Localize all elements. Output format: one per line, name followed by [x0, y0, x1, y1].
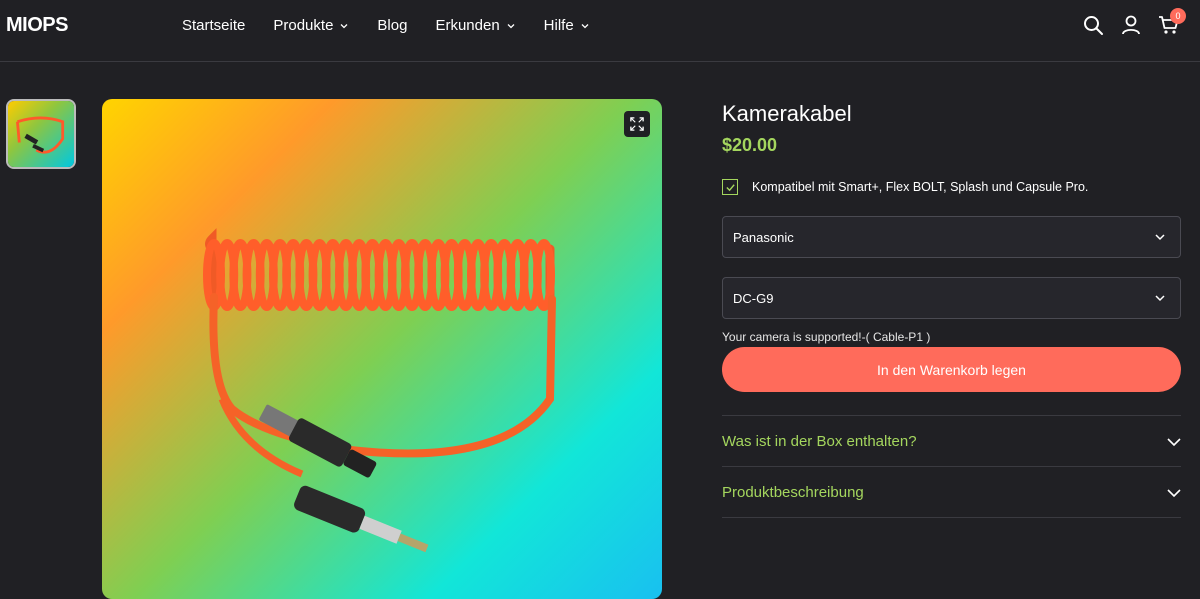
nav-item-hilfe[interactable]: Hilfe — [544, 17, 590, 34]
main-nav: Startseite Produkte Blog Erkunden Hilfe — [182, 17, 590, 34]
accordion-label: Was ist in der Box enthalten? — [722, 432, 917, 450]
nav-item-blog[interactable]: Blog — [377, 17, 407, 34]
product-thumbnail[interactable] — [6, 99, 76, 169]
brand-select[interactable]: Panasonic — [722, 216, 1181, 258]
product-image — [102, 99, 662, 599]
account-icon[interactable] — [1120, 14, 1142, 36]
nav-item-startseite[interactable]: Startseite — [182, 17, 245, 34]
thumbnail-image — [8, 101, 74, 167]
model-select[interactable]: DC-G9 — [722, 277, 1181, 319]
chevron-down-icon — [1167, 438, 1181, 447]
nav-label: Hilfe — [543, 17, 574, 34]
product-price: $20.00 — [722, 135, 778, 155]
logo[interactable]: MIOPS — [6, 14, 68, 37]
nav-label: Blog — [377, 17, 408, 34]
accordion-box-contents[interactable]: Was ist in der Box enthalten? — [722, 415, 1181, 466]
header-icons: 0 — [1082, 8, 1186, 36]
model-select-value: DC-G9 — [733, 290, 774, 306]
coiled-cable-image — [203, 228, 556, 553]
chevron-down-icon — [1167, 489, 1181, 498]
chevron-down-icon — [1155, 295, 1165, 302]
chevron-down-icon — [507, 23, 515, 28]
nav-label: Startseite — [182, 17, 246, 34]
cart-count-badge: 0 — [1170, 8, 1186, 24]
search-icon[interactable] — [1082, 14, 1104, 36]
compat-row: Kompatibel mit Smart+, Flex BOLT, Splash… — [722, 179, 1088, 195]
chevron-down-icon — [1155, 234, 1165, 241]
site-header: MIOPS Startseite Produkte Blog Erkunden … — [0, 0, 1200, 62]
product-title: Kamerakabel — [722, 101, 852, 126]
add-to-cart-button[interactable]: In den Warenkorb legen — [722, 347, 1181, 392]
nav-item-produkte[interactable]: Produkte — [273, 17, 349, 34]
nav-label: Erkunden — [435, 17, 500, 34]
brand-select-value: Panasonic — [733, 229, 794, 245]
chevron-down-icon — [340, 23, 348, 28]
checkmark-icon — [725, 183, 735, 191]
zoom-button[interactable] — [624, 111, 650, 137]
nav-item-erkunden[interactable]: Erkunden — [435, 17, 515, 34]
divider — [722, 517, 1181, 518]
accordion-product-description[interactable]: Produktbeschreibung — [722, 466, 1181, 517]
support-message: Your camera is supported!-( Cable-P1 ) — [722, 330, 931, 344]
accordion-label: Produktbeschreibung — [722, 483, 864, 501]
expand-icon — [630, 117, 644, 131]
cart-icon[interactable]: 0 — [1158, 8, 1186, 36]
compat-label: Kompatibel mit Smart+, Flex BOLT, Splash… — [752, 180, 1089, 194]
compat-checkbox[interactable] — [722, 179, 738, 195]
chevron-down-icon — [581, 23, 589, 28]
nav-label: Produkte — [273, 17, 334, 34]
